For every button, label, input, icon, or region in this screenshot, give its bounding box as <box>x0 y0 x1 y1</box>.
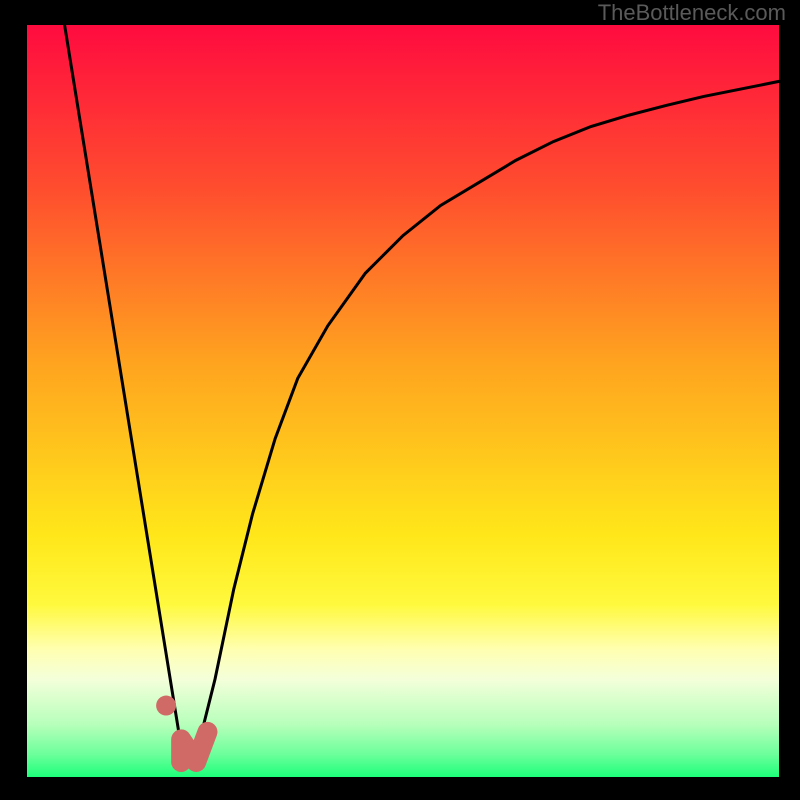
plot-gradient-background <box>27 25 779 777</box>
chart-svg <box>0 0 800 800</box>
chart-container: TheBottleneck.com <box>0 0 800 800</box>
